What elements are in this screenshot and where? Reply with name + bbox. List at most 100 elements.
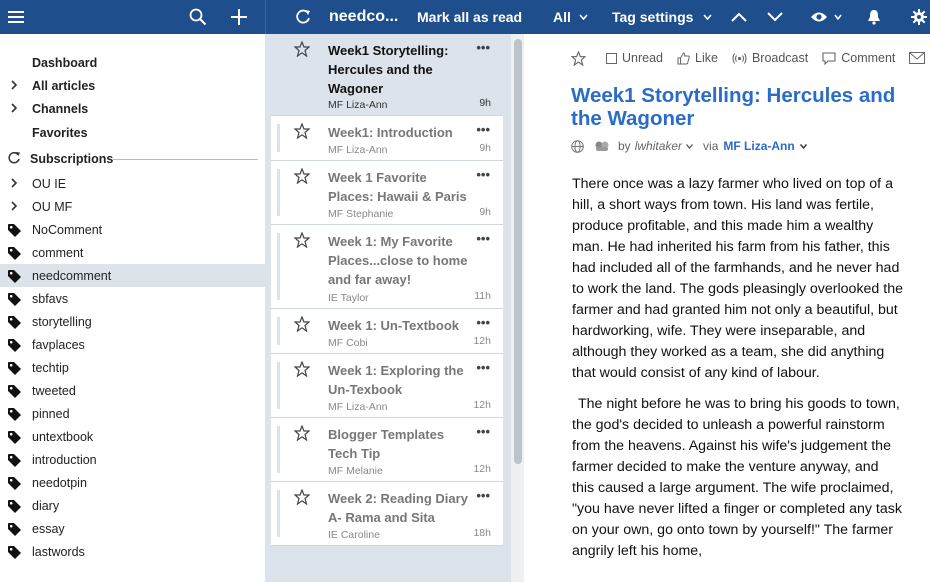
more-options-icon[interactable]: ••• [476, 424, 490, 439]
tag-icon [8, 500, 21, 513]
email-button[interactable] [909, 52, 930, 64]
filter-label: All [553, 9, 571, 25]
star-icon[interactable] [294, 425, 310, 441]
sidebar-tag-needcomment[interactable]: needcomment [0, 264, 265, 287]
previous-article-icon[interactable] [731, 0, 747, 34]
refresh-icon[interactable] [295, 0, 311, 34]
sidebar-folder-ou-ie[interactable]: OU IE [0, 172, 265, 195]
refresh-icon [8, 152, 20, 164]
more-options-icon[interactable]: ••• [476, 122, 490, 137]
unread-indicator [277, 169, 280, 216]
sidebar-tag-pinned[interactable]: pinned [0, 402, 265, 425]
sidebar-tag-storytelling[interactable]: storytelling [0, 310, 265, 333]
author-link[interactable]: lwhitaker [635, 139, 682, 153]
broadcast-label: Broadcast [751, 51, 809, 65]
tag-icon [8, 362, 21, 375]
notifications-icon[interactable] [867, 0, 881, 34]
list-item[interactable]: Week1 Storytelling: Hercules and the Wag… [271, 34, 503, 116]
list-item[interactable]: Week 1: Un-Textbook ••• MF Cobi 12h [271, 309, 503, 354]
sidebar-folder-ou-mf[interactable]: OU MF [0, 195, 265, 218]
more-options-icon[interactable]: ••• [476, 167, 490, 182]
sidebar-tag-nocomment[interactable]: NoComment [0, 218, 265, 241]
more-options-icon[interactable]: ••• [476, 360, 490, 375]
broadcast-button[interactable]: Broadcast [732, 51, 808, 65]
sidebar-item-channels[interactable]: Channels [0, 97, 265, 120]
comment-button[interactable]: Comment [822, 51, 895, 65]
unread-indicator [277, 317, 280, 345]
sidebar-tag-diary[interactable]: diary [0, 494, 265, 517]
menu-icon[interactable] [8, 0, 24, 34]
like-label: Like [695, 51, 718, 65]
article-source: MF Liza-Ann [328, 401, 388, 413]
tag-settings-dropdown[interactable]: Tag settings [612, 0, 713, 34]
tag-icon [8, 339, 21, 352]
article-source: IE Caroline [328, 529, 380, 541]
filter-dropdown[interactable]: All [553, 0, 588, 34]
list-item[interactable]: Week1: Introduction ••• MF Liza-Ann 9h [271, 116, 503, 161]
sidebar-item-all-articles[interactable]: All articles [0, 74, 265, 97]
thumbs-up-icon [677, 51, 690, 64]
sidebar-tag-comment[interactable]: comment [0, 241, 265, 264]
more-options-icon[interactable]: ••• [476, 315, 490, 330]
article-title: Week 1: Un-Textbook [328, 318, 459, 333]
unread-button[interactable]: Unread [606, 51, 663, 65]
tag-icon [8, 316, 21, 329]
sidebar-tag-sbfavs[interactable]: sbfavs [0, 287, 265, 310]
list-item[interactable]: Week 1: My Favorite Places...close to ho… [271, 225, 503, 309]
star-icon[interactable] [294, 41, 310, 57]
star-icon[interactable] [294, 168, 310, 184]
star-icon[interactable] [294, 316, 310, 332]
list-item[interactable]: Week 2: Reading Diary A- Rama and Sita ••… [271, 482, 503, 546]
chevron-down-icon [686, 143, 694, 149]
add-icon[interactable] [230, 0, 248, 34]
tag-icon [8, 454, 21, 467]
article-time: 9h [479, 142, 491, 154]
sidebar-item-dashboard[interactable]: Dashboard [0, 51, 265, 74]
unread-indicator [277, 490, 280, 537]
star-icon[interactable] [294, 232, 310, 248]
list-item[interactable]: Week 1: Exploring the Un-Texbook ••• MF Li… [271, 354, 503, 418]
eye-icon [811, 12, 827, 22]
sidebar-tag-lastwords[interactable]: lastwords [0, 540, 265, 563]
sidebar-tag-untextbook[interactable]: untextbook [0, 425, 265, 448]
unread-label: Unread [622, 51, 663, 65]
like-button[interactable]: Like [677, 51, 718, 65]
settings-gear-icon[interactable] [911, 0, 927, 34]
unread-indicator [277, 233, 280, 300]
sidebar-item-label: techtip [32, 360, 69, 375]
sidebar-tag-favplaces[interactable]: favplaces [0, 333, 265, 356]
star-icon[interactable] [294, 361, 310, 377]
article-body: There once was a lazy farmer who lived o… [572, 174, 904, 572]
list-item[interactable]: Week 1 Favorite Places: Hawaii & Paris ••… [271, 161, 503, 225]
more-options-icon[interactable]: ••• [476, 231, 490, 246]
tag-icon [8, 293, 21, 306]
star-icon [571, 50, 586, 66]
sidebar-item-favorites[interactable]: Favorites [0, 121, 265, 144]
view-mode-dropdown[interactable] [810, 0, 842, 34]
star-icon[interactable] [294, 489, 310, 505]
sidebar-tag-needotpin[interactable]: needotpin [0, 471, 265, 494]
article-list: Week1 Storytelling: Hercules and the Wag… [265, 34, 525, 582]
search-icon[interactable] [189, 0, 207, 34]
sidebar-tag-tweeted[interactable]: tweeted [0, 379, 265, 402]
unread-indicator [277, 124, 280, 152]
sidebar-item-label: Dashboard [32, 55, 98, 70]
sidebar-tag-essay[interactable]: essay [0, 517, 265, 540]
article-paragraph: The night before he was to bring his goo… [572, 396, 902, 559]
favorite-star-button[interactable] [571, 50, 591, 66]
list-item[interactable]: Blogger Templates Tech Tip ••• MF Melanie 1… [271, 418, 503, 482]
scrollbar-thumb[interactable] [514, 39, 522, 464]
mark-all-read-button[interactable]: Mark all as read [417, 0, 522, 34]
sidebar-tag-introduction[interactable]: introduction [0, 448, 265, 471]
star-icon[interactable] [294, 123, 310, 139]
chevron-right-icon [11, 178, 18, 188]
more-options-icon[interactable]: ••• [476, 40, 490, 55]
article-title[interactable]: Week1 Storytelling: Hercules and the Wag… [571, 84, 901, 130]
sidebar-item-label: favplaces [32, 337, 85, 352]
sidebar-item-label: pinned [32, 406, 70, 421]
more-options-icon[interactable]: ••• [476, 488, 490, 503]
next-article-icon[interactable] [767, 0, 783, 34]
feed-link[interactable]: MF Liza-Ann [723, 139, 794, 153]
sidebar-tag-techtip[interactable]: techtip [0, 356, 265, 379]
sidebar-item-label: Subscriptions [30, 151, 114, 166]
